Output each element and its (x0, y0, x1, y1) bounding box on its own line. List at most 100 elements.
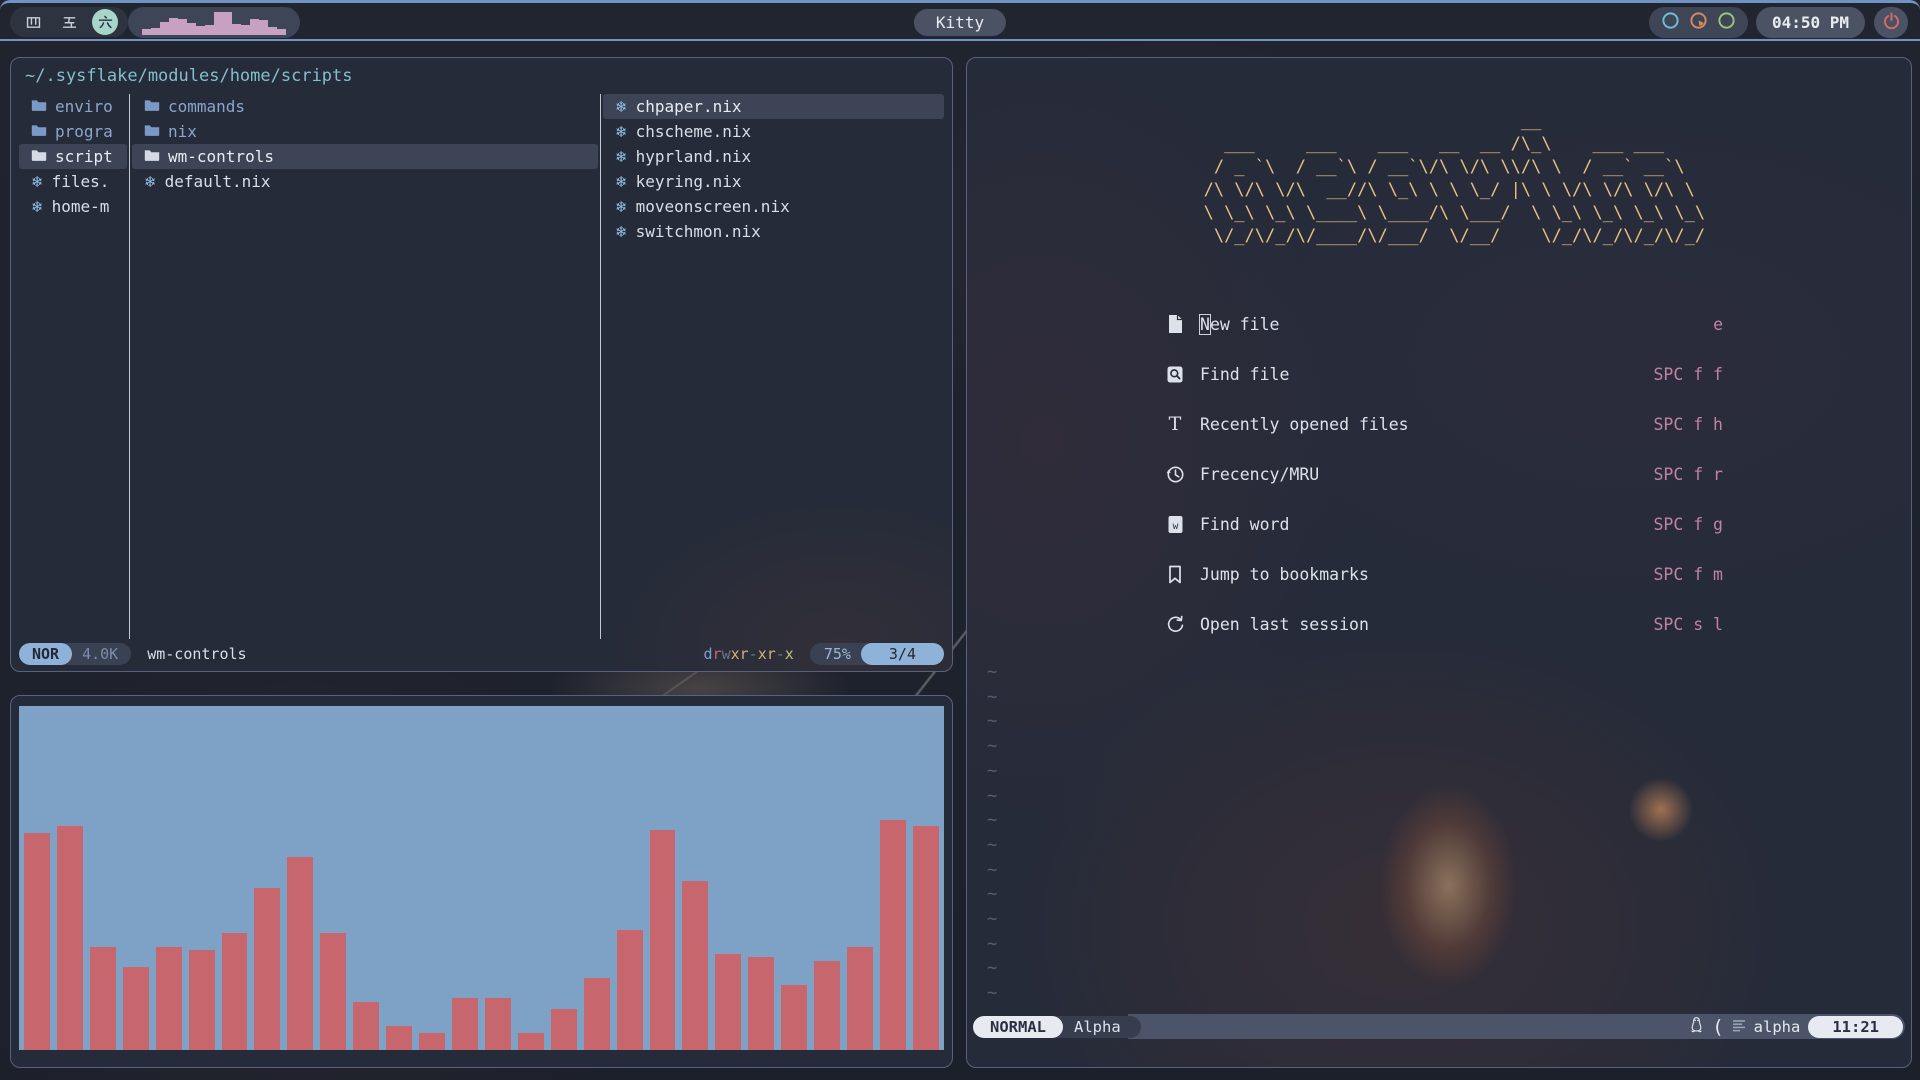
audio-bar (419, 1033, 445, 1050)
viz-bar (205, 25, 214, 35)
svg-text:w: w (1172, 521, 1178, 532)
entry-name: switchmon.nix (636, 222, 761, 241)
nix-snowflake-icon: ❄ (615, 173, 628, 191)
mode-badge: NOR (19, 643, 72, 665)
dir-entry-commands[interactable]: commands (132, 94, 598, 119)
dir-entry-progra[interactable]: progra (19, 119, 127, 144)
dir-entry-nix[interactable]: nix (132, 119, 598, 144)
viz-bar (250, 19, 259, 35)
column-separator (600, 94, 601, 639)
viz-bar (214, 12, 223, 35)
workspace-switcher (10, 7, 128, 37)
linux-tux-icon (1689, 1016, 1704, 1037)
audio-bar (617, 930, 643, 1050)
audio-bar (90, 947, 116, 1050)
selected-file-name: wm-controls (147, 645, 246, 663)
audio-bar (518, 1033, 544, 1050)
viz-bar (196, 26, 205, 35)
menu-item-new-file[interactable]: New file e (1163, 299, 1723, 349)
menu-item-label: Find file (1200, 365, 1289, 384)
nix-snowflake-icon: ❄ (144, 172, 157, 191)
nix-snowflake-icon: ❄ (31, 198, 44, 216)
folder-icon (144, 147, 160, 166)
viz-bar (232, 24, 241, 35)
folder-icon (144, 97, 160, 116)
entry-name: script (55, 147, 113, 166)
dir-entry-script[interactable]: script (19, 144, 127, 169)
file-entry-chscheme.nix[interactable]: ❄chscheme.nix (603, 119, 944, 144)
viz-bar (223, 12, 232, 35)
folder-icon (31, 147, 47, 166)
menu-item-find-file[interactable]: Find file SPC f f (1163, 349, 1723, 399)
workspace-2[interactable] (56, 9, 82, 35)
nix-snowflake-icon: ❄ (615, 147, 628, 166)
audio-bar (913, 826, 939, 1050)
audio-bar (24, 833, 50, 1050)
file-entry-files.[interactable]: ❄files. (19, 169, 127, 194)
bookmarks-icon (1163, 565, 1187, 584)
file-column-3: ❄chpaper.nix❄chscheme.nix❄hyprland.nix❄k… (603, 94, 944, 639)
file-entry-chpaper.nix[interactable]: ❄chpaper.nix (603, 94, 944, 119)
file-entry-default.nix[interactable]: ❄default.nix (132, 169, 598, 194)
dir-entry-enviro[interactable]: enviro (19, 94, 127, 119)
menu-item-open-last-session[interactable]: Open last sessionSPC s l (1163, 599, 1723, 649)
file-entry-keyring.nix[interactable]: ❄keyring.nix (603, 169, 944, 194)
menu-item-shortcut: e (1713, 315, 1723, 334)
file-columns: enviro progra script ❄files.❄home-m commands… (19, 94, 944, 639)
file-entry-hyprland.nix[interactable]: ❄hyprland.nix (603, 144, 944, 169)
tilde-line: ~ (987, 981, 997, 1006)
workspace-3-active[interactable] (92, 9, 118, 35)
nix-snowflake-icon: ❄ (615, 223, 628, 241)
entry-name: wm-controls (168, 147, 274, 166)
audio-bar (222, 933, 248, 1050)
nix-snowflake-icon: ❄ (615, 222, 628, 241)
audio-bar (353, 1002, 379, 1050)
file-entry-switchmon.nix[interactable]: ❄ switchmon.nix (603, 219, 944, 244)
statusline-separator: ( (1712, 1016, 1723, 1038)
folder-icon (144, 122, 160, 141)
audio-bar (748, 957, 774, 1050)
green-circle-icon[interactable] (1717, 11, 1736, 34)
tilde-line: ~ (987, 956, 997, 981)
tilde-line: ~ (987, 907, 997, 932)
menu-item-label: New file (1200, 315, 1279, 334)
menu-item-shortcut: SPC f f (1653, 365, 1723, 384)
file-entry-moveonscreen.nix[interactable]: ❄moveonscreen.nix (603, 194, 944, 219)
menu-item-label: Open last session (1200, 615, 1369, 634)
file-entry-home-m[interactable]: ❄home-m (19, 194, 127, 219)
new-file-icon (1163, 314, 1187, 334)
focused-window-title: Kitty (914, 9, 1006, 36)
viz-bar (151, 28, 160, 35)
tilde-line: ~ (987, 833, 997, 858)
editor-statusline: NORMAL Alpha ( alpha 11:21 (973, 1014, 1905, 1039)
menu-item-shortcut: SPC f m (1653, 565, 1723, 584)
workspace-1[interactable] (20, 9, 46, 35)
menu-item-recently-opened-files[interactable]: TRecently opened filesSPC f h (1163, 399, 1723, 449)
dir-entry-wm-controls[interactable]: wm-controls (132, 144, 598, 169)
nix-snowflake-icon: ❄ (615, 172, 628, 191)
audio-bar (551, 1009, 577, 1050)
tilde-line: ~ (987, 734, 997, 759)
menu-item-jump-to-bookmarks[interactable]: Jump to bookmarksSPC f m (1163, 549, 1723, 599)
audio-bar (452, 998, 478, 1050)
folder-icon (31, 97, 47, 116)
find-word-icon: w (1163, 515, 1187, 534)
power-button[interactable] (1874, 7, 1908, 38)
nix-snowflake-icon: ❄ (615, 98, 628, 116)
audio-bar (650, 830, 676, 1050)
menu-item-frecency-mru[interactable]: Frecency/MRUSPC f r (1163, 449, 1723, 499)
current-path: ~/.sysflake/modules/home/scripts (25, 66, 353, 86)
audio-bar (254, 888, 280, 1050)
audio-visualizer-widget (128, 7, 300, 38)
orange-wedge-circle-icon[interactable] (1689, 11, 1708, 34)
audio-bar (485, 998, 511, 1050)
cyan-circle-icon[interactable] (1661, 11, 1680, 34)
empty-buffer-tildes: ~~~~~~~~~~~~~~ (987, 660, 997, 1006)
clock: 04:50 PM (1756, 7, 1865, 38)
menu-item-find-word[interactable]: wFind wordSPC f g (1163, 499, 1723, 549)
entry-name: enviro (55, 97, 113, 116)
entry-name: progra (55, 122, 113, 141)
entry-name: moveonscreen.nix (636, 197, 790, 216)
tilde-line: ~ (987, 759, 997, 784)
tilde-line: ~ (987, 808, 997, 833)
